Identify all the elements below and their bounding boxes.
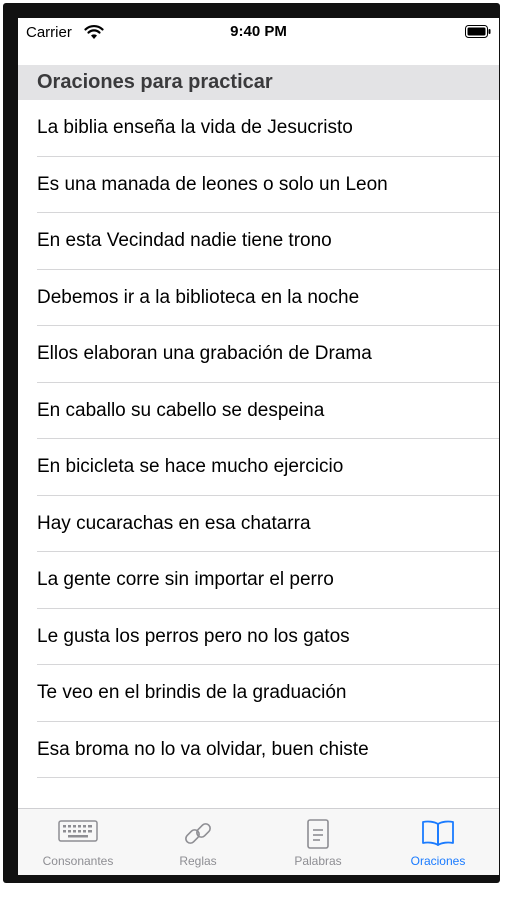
tab-label: Oraciones: [410, 854, 466, 868]
tab-label: Palabras: [294, 854, 342, 868]
book-icon: [422, 820, 454, 846]
section-header: Oraciones para practicar: [18, 65, 499, 100]
tab-reglas[interactable]: Reglas: [138, 809, 258, 875]
battery-icon: [465, 25, 491, 38]
tab-label: Consonantes: [42, 854, 114, 868]
device-frame: Carrier 9:40 PM Oraciones para practicar…: [3, 3, 500, 883]
list-item[interactable]: En esta Vecindad nadie tiene trono: [18, 213, 499, 270]
link-icon: [185, 823, 211, 844]
list-item[interactable]: En bicicleta se hace mucho ejercicio: [18, 439, 499, 496]
list-item[interactable]: Le gusta los perros pero no los gatos: [18, 609, 499, 666]
list-item[interactable]: Ellos elaboran una grabación de Drama: [18, 326, 499, 383]
list-item[interactable]: La gente corre sin importar el perro: [18, 552, 499, 609]
list-item[interactable]: En caballo su cabello se despeina: [18, 383, 499, 440]
list-item[interactable]: Hay cucarachas en esa chatarra: [18, 496, 499, 553]
keyboard-icon: [58, 820, 98, 842]
screen: Carrier 9:40 PM Oraciones para practicar…: [18, 18, 499, 875]
tab-oraciones[interactable]: Oraciones: [378, 809, 498, 875]
status-bar: Carrier 9:40 PM: [18, 18, 499, 46]
sentence-list: La biblia enseña la vida de Jesucristo E…: [18, 100, 499, 778]
status-time: 9:40 PM: [230, 23, 287, 40]
list-item[interactable]: Debemos ir a la biblioteca en la noche: [18, 270, 499, 327]
list-item[interactable]: Te veo en el brindis de la graduación: [18, 665, 499, 722]
document-icon: [307, 819, 329, 849]
tab-label: Reglas: [179, 854, 217, 868]
tab-palabras[interactable]: Palabras: [258, 809, 378, 875]
list-item[interactable]: Esa broma no lo va olvidar, buen chiste: [18, 722, 499, 779]
tab-consonantes[interactable]: Consonantes: [18, 809, 138, 875]
tab-bar: Consonantes Reglas Palabras Oraciones: [18, 808, 499, 875]
list-item[interactable]: La biblia enseña la vida de Jesucristo: [18, 100, 499, 157]
list-item[interactable]: Es una manada de leones o solo un Leon: [18, 157, 499, 214]
